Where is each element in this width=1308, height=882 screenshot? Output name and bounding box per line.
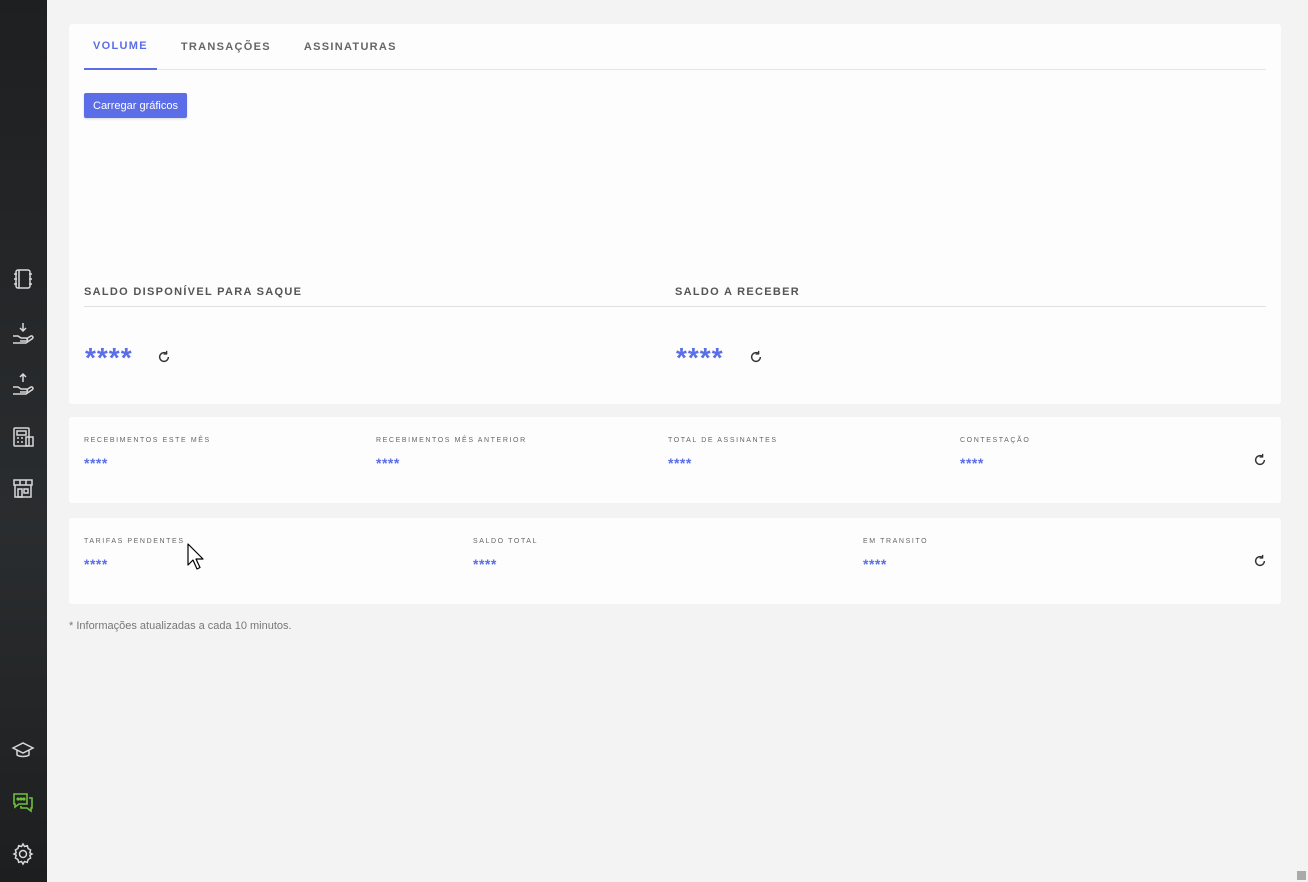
stat-label: RECEBIMENTOS ESTE MÊS <box>84 437 211 444</box>
stat-label: RECEBIMENTOS MÊS ANTERIOR <box>376 437 527 444</box>
stat-label: SALDO TOTAL <box>473 538 539 545</box>
notebook-icon[interactable] <box>10 266 36 292</box>
stat-value: **** <box>376 455 400 471</box>
stat-value: **** <box>84 556 108 572</box>
tab-volume[interactable]: VOLUME <box>84 24 157 70</box>
stat-value: **** <box>84 455 108 471</box>
store-icon[interactable] <box>10 475 36 501</box>
mouse-cursor-icon <box>187 543 204 570</box>
stat-label: EM TRANSITO <box>863 538 929 545</box>
hand-send-icon[interactable] <box>10 371 36 397</box>
graduation-cap-icon[interactable] <box>10 737 36 763</box>
stat-label: TARIFAS PENDENTES <box>84 538 185 545</box>
update-footnote: * Informações atualizadas a cada 10 minu… <box>69 620 292 632</box>
available-balance-label: SALDO DISPONÍVEL PARA SAQUE <box>84 286 303 298</box>
available-balance-value: **** <box>85 342 133 373</box>
refresh-fees-icon[interactable] <box>1253 554 1267 568</box>
hand-receive-icon[interactable] <box>10 320 36 346</box>
resize-handle[interactable] <box>1297 871 1306 880</box>
sidebar <box>0 0 47 882</box>
fees-stats-card: TARIFAS PENDENTES **** SALDO TOTAL **** … <box>69 518 1281 604</box>
stat-value: **** <box>863 556 887 572</box>
tab-assinaturas[interactable]: ASSINATURAS <box>295 24 406 70</box>
receivable-balance-label: SALDO A RECEBER <box>675 286 801 298</box>
divider <box>84 306 1266 307</box>
stat-value: **** <box>473 556 497 572</box>
volume-card: VOLUME TRANSAÇÕES ASSINATURAS Carregar g… <box>69 24 1281 404</box>
stat-label: CONTESTAÇÃO <box>960 437 1031 444</box>
stat-value: **** <box>960 455 984 471</box>
calculator-icon[interactable] <box>10 424 36 450</box>
refresh-receivable-icon[interactable] <box>749 350 763 364</box>
chat-icon[interactable] <box>10 789 36 815</box>
stat-label: TOTAL DE ASSINANTES <box>668 437 778 444</box>
refresh-available-icon[interactable] <box>157 350 171 364</box>
gear-icon[interactable] <box>10 841 36 867</box>
monthly-stats-card: RECEBIMENTOS ESTE MÊS **** RECEBIMENTOS … <box>69 417 1281 503</box>
tab-bar: VOLUME TRANSAÇÕES ASSINATURAS <box>84 24 1266 70</box>
tab-transacoes[interactable]: TRANSAÇÕES <box>172 24 280 70</box>
stat-value: **** <box>668 455 692 471</box>
load-charts-button[interactable]: Carregar gráficos <box>84 93 187 118</box>
refresh-stats-icon[interactable] <box>1253 453 1267 467</box>
receivable-balance-value: **** <box>676 342 724 373</box>
